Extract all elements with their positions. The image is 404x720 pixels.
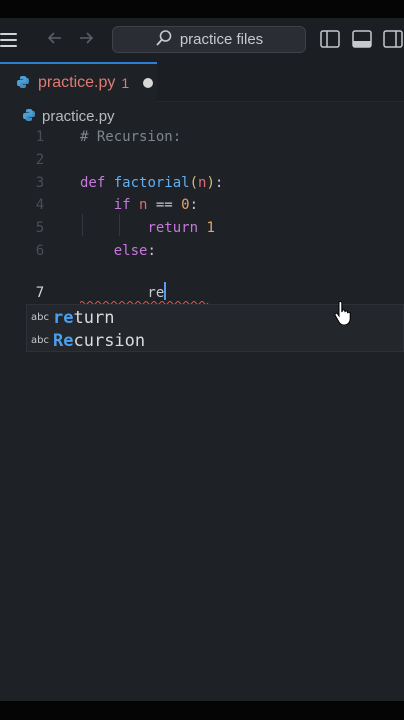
- text-kind-icon: abc: [31, 335, 49, 346]
- text-cursor: [164, 282, 167, 300]
- screen-frame: practice files practice.py 1 practice.py…: [0, 0, 404, 720]
- code-text: def factorial(n):: [80, 175, 224, 191]
- search-text: practice files: [179, 31, 264, 48]
- python-file-icon: [16, 74, 30, 93]
- arrow-left-icon[interactable]: [45, 29, 65, 49]
- toggle-secondary-sidebar-icon[interactable]: [383, 30, 403, 48]
- problem-count-badge: 1: [121, 75, 130, 91]
- line-number: 7: [35, 285, 45, 301]
- code-text: if n == 0:: [113, 197, 199, 213]
- text-kind-icon: abc: [31, 312, 49, 323]
- tab-practice-py[interactable]: practice.py 1: [0, 62, 157, 102]
- code-line[interactable]: 5 return 1: [0, 217, 404, 239]
- title-bar: practice files: [0, 18, 404, 62]
- tab-bar: practice.py 1: [0, 62, 404, 102]
- code-editor[interactable]: 1 # Recursion: 2 3 def factorial(n): 4 i…: [0, 126, 404, 701]
- hand-pointer-icon: [334, 300, 352, 326]
- code-text: return 1: [147, 220, 215, 236]
- toggle-sidebar-icon[interactable]: [320, 30, 340, 48]
- breadcrumb-file-label: practice.py: [42, 107, 115, 125]
- code-line[interactable]: 4 if n == 0:: [0, 194, 404, 216]
- code-line[interactable]: 2: [0, 149, 404, 171]
- tab-label: practice.py: [38, 74, 116, 91]
- arrow-right-icon[interactable]: [76, 29, 96, 49]
- suggestion-label: return: [53, 307, 115, 328]
- breadcrumb[interactable]: practice.py: [22, 106, 115, 126]
- line-number: 1: [35, 129, 45, 145]
- command-center-search[interactable]: practice files: [112, 26, 306, 53]
- code-text: # Recursion:: [80, 129, 182, 145]
- code-line[interactable]: 6 else:: [0, 240, 404, 262]
- code-text: else:: [113, 243, 156, 259]
- code-line[interactable]: 3 def factorial(n):: [0, 172, 404, 194]
- line-number: 5: [35, 220, 45, 236]
- suggestion-item-recursion[interactable]: abc Recursion: [27, 329, 404, 352]
- python-file-icon: [22, 107, 36, 126]
- line-number: 4: [35, 197, 45, 213]
- line-number: 2: [35, 152, 45, 168]
- menu-icon[interactable]: [0, 30, 20, 50]
- code-line[interactable]: 1 # Recursion:: [0, 126, 404, 148]
- line-number: 3: [35, 175, 45, 191]
- search-icon: [155, 29, 173, 51]
- unsaved-dot-icon[interactable]: [143, 78, 154, 88]
- editor-window: practice files practice.py 1 practice.py…: [0, 18, 404, 701]
- line-number: 6: [35, 243, 45, 259]
- toggle-panel-icon[interactable]: [352, 30, 372, 48]
- suggestion-label: Recursion: [53, 330, 146, 351]
